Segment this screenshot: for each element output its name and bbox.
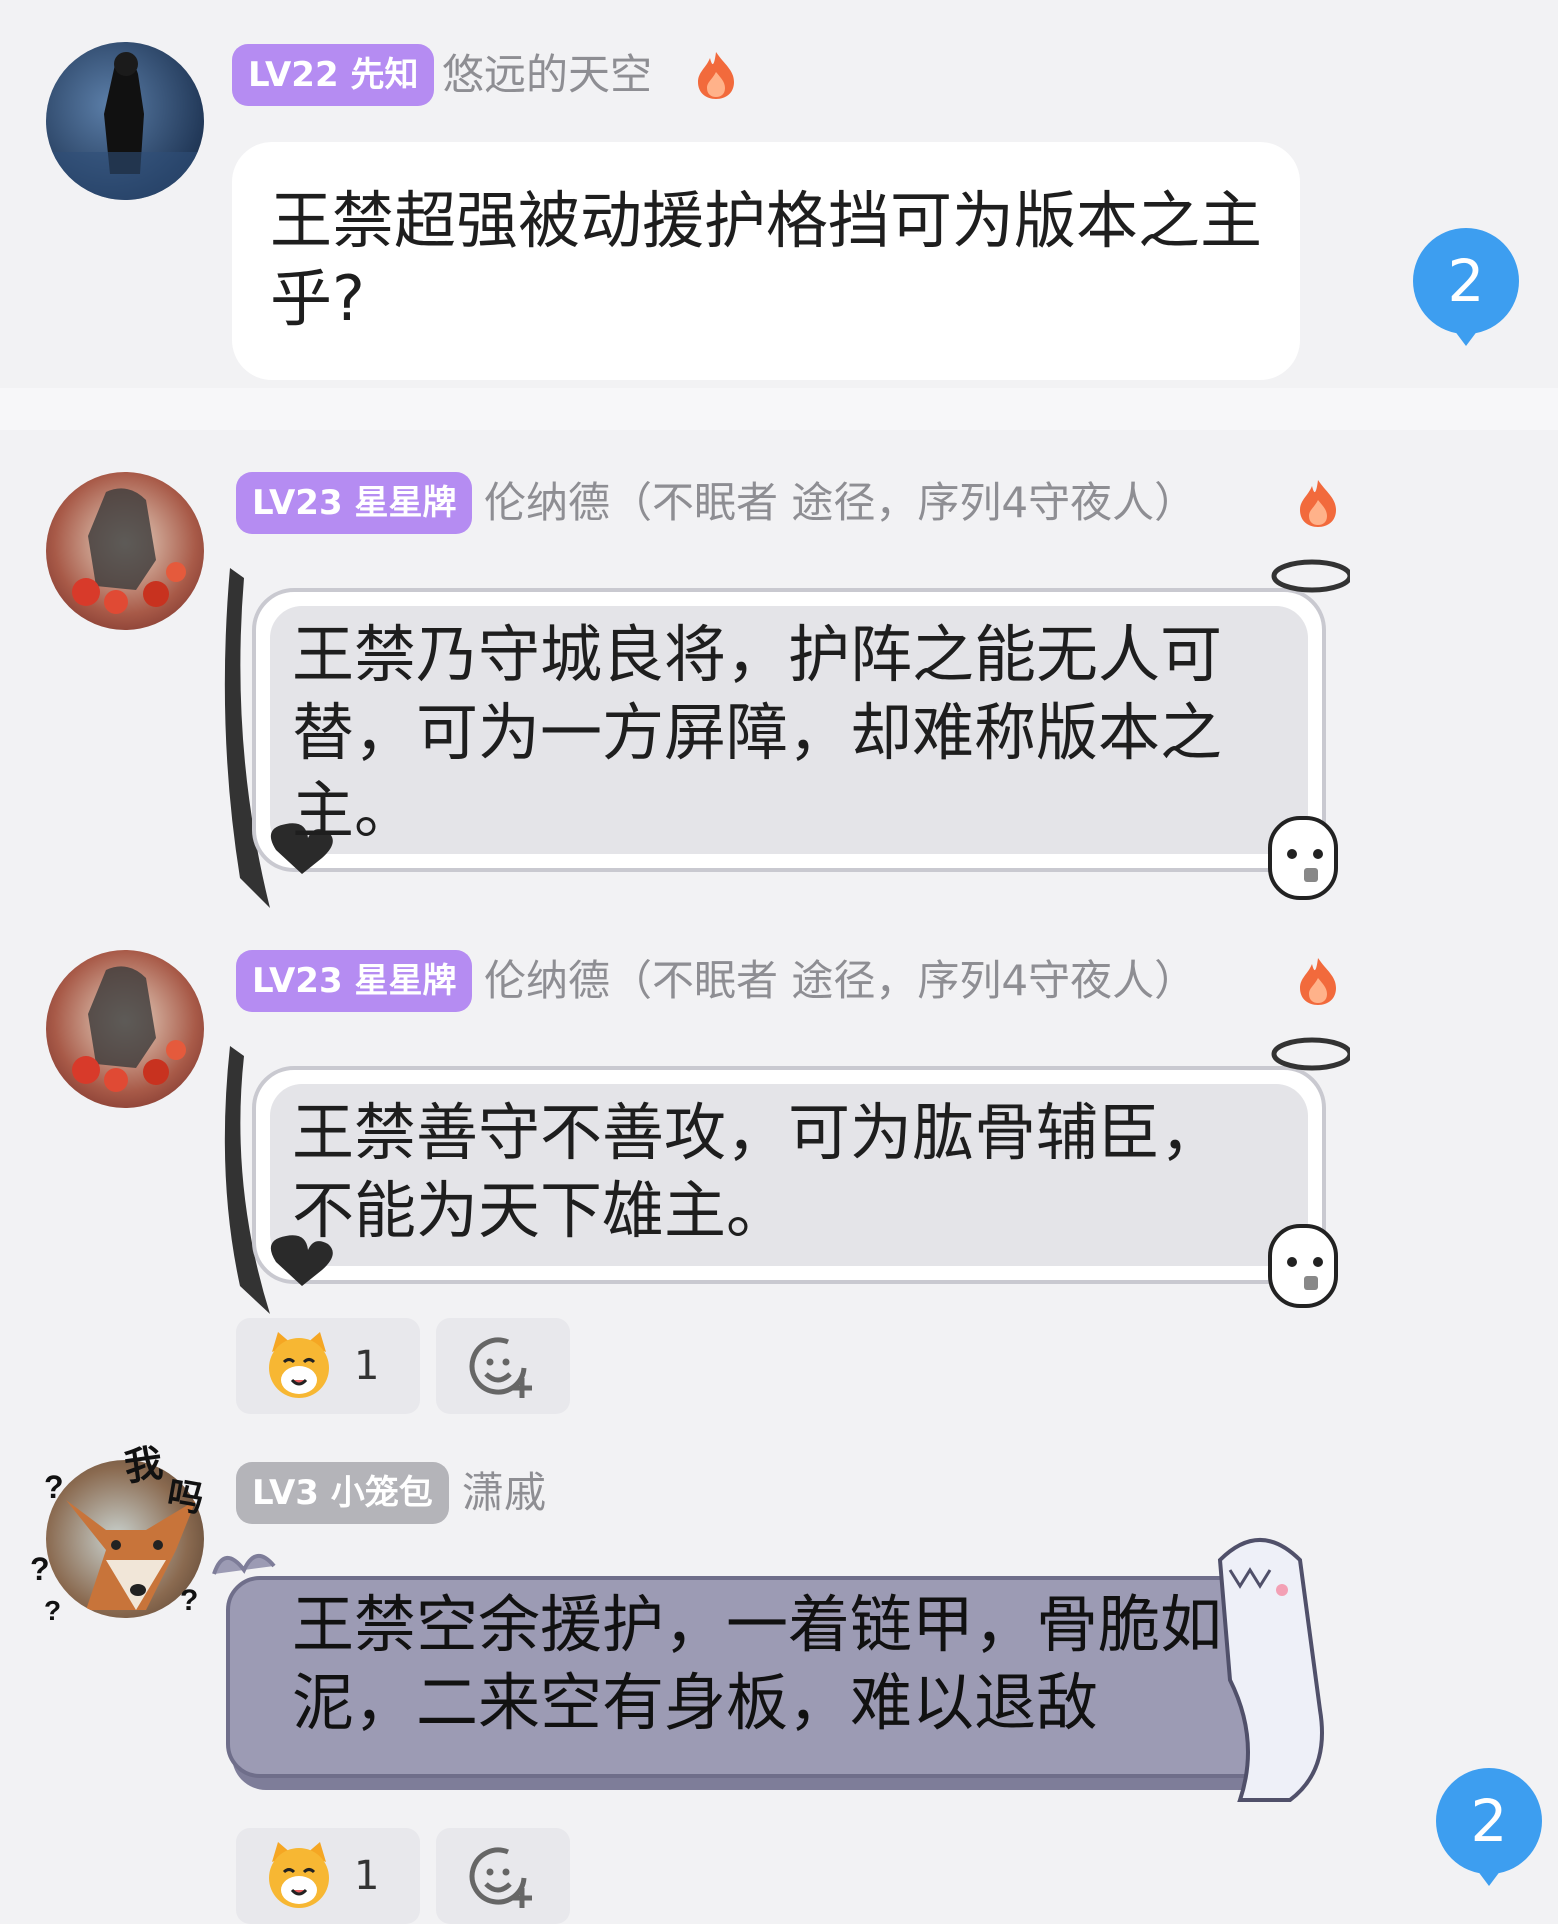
flame-icon (698, 52, 734, 99)
level-badge: LV23 星星牌 (236, 472, 473, 534)
svg-text:?: ? (44, 1469, 64, 1505)
add-reaction-button[interactable] (436, 1318, 570, 1414)
username[interactable]: 潇戚 (462, 1462, 546, 1524)
reply-count-badge[interactable]: 2 (1413, 228, 1523, 348)
reaction-count: 1 (354, 1853, 380, 1899)
doodle-question-marks: ? ? ? ? (30, 1469, 198, 1626)
avatar-figure (72, 488, 186, 614)
post-text: 王禁善守不善攻，可为肱骨辅臣，不能为天下雄主。 (292, 1096, 1223, 1247)
section-divider (0, 388, 1558, 430)
level-badge: LV23 星星牌 (236, 950, 473, 1012)
avatar-figure (72, 966, 186, 1092)
post-text: 王禁空余援护，一着链甲，骨脆如泥，二来空有身板，难以退敌 (292, 1588, 1223, 1739)
svg-text:?: ? (44, 1595, 61, 1626)
reply-count-badge[interactable]: 2 (1436, 1768, 1546, 1888)
user-avatar[interactable] (46, 472, 204, 630)
reaction-pill[interactable]: 1 (236, 1828, 420, 1924)
post-bubble[interactable]: 王禁善守不善攻，可为肱骨辅臣，不能为天下雄主。 (210, 1026, 1350, 1316)
cat-emoji-icon (269, 1842, 329, 1908)
post-text: 王禁超强被动援护格挡可为版本之主乎? (270, 184, 1263, 335)
post-bubble[interactable]: 王禁空余援护，一着链甲，骨脆如泥，二来空有身板，难以退敌 (210, 1530, 1370, 1820)
post-text: 王禁乃守城良将，护阵之能无人可替，可为一方屏障，却难称版本之主。 (292, 618, 1223, 847)
add-emoji-icon (469, 1337, 532, 1398)
level-badge: LV22 先知 (232, 44, 435, 106)
reaction-pill[interactable]: 1 (236, 1318, 420, 1414)
add-reaction-button[interactable] (436, 1828, 570, 1924)
svg-text:?: ? (180, 1584, 198, 1617)
add-emoji-icon (469, 1847, 532, 1908)
reply-count: 2 (1447, 247, 1485, 315)
level-badge: LV3 小笼包 (236, 1462, 449, 1524)
cat-emoji-icon (269, 1332, 329, 1398)
reply-count: 2 (1470, 1787, 1508, 1855)
username[interactable]: 伦纳德（不眠者 途径，序列4守夜人） (484, 950, 1196, 1012)
flame-icon (1300, 958, 1336, 1005)
username[interactable]: 悠远的天空 (442, 44, 652, 106)
user-avatar[interactable] (46, 950, 204, 1108)
avatar-figure (46, 52, 204, 200)
reaction-count: 1 (354, 1343, 380, 1389)
post-bubble[interactable]: 王禁超强被动援护格挡可为版本之主乎? (232, 142, 1300, 380)
svg-text:?: ? (30, 1551, 50, 1587)
user-avatar[interactable] (46, 42, 204, 200)
flame-icon (1300, 480, 1336, 527)
post-bubble[interactable]: 王禁乃守城良将，护阵之能无人可替，可为一方屏障，却难称版本之主。 (210, 548, 1350, 916)
username[interactable]: 伦纳德（不眠者 途径，序列4守夜人） (484, 472, 1196, 534)
